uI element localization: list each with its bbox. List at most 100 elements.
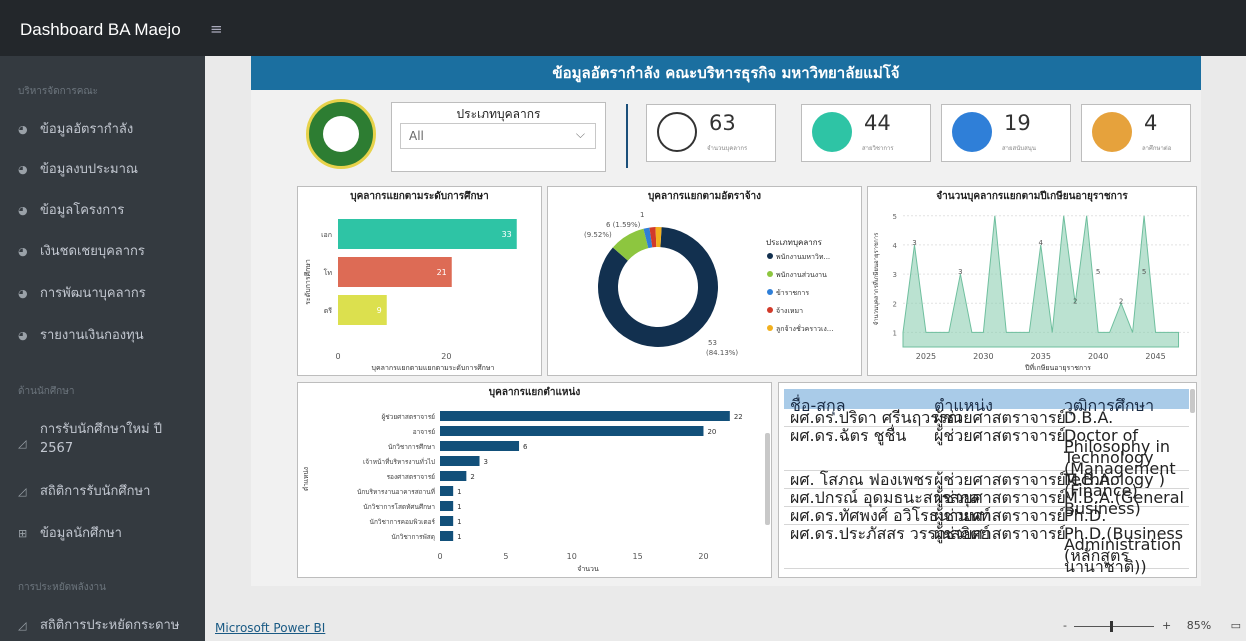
person-icon	[952, 112, 992, 152]
education-chart: บุคลากรแยกตามระดับการศึกษา เอก 33 โท 21 ตรี 9…	[297, 186, 542, 376]
menu-toggle-icon[interactable]: ≡	[210, 20, 223, 38]
table-scrollbar[interactable]	[1190, 389, 1195, 413]
zoom-control[interactable]: - + 85% ▭	[1063, 619, 1241, 632]
kpi-value: 44	[864, 111, 891, 135]
chart-scrollbar[interactable]	[765, 433, 770, 525]
legend-marker	[767, 289, 773, 295]
tick-label: 0	[335, 352, 340, 361]
data-label: 3	[484, 458, 488, 466]
tick-label: 3	[893, 271, 897, 279]
table-row[interactable]: ผศ.ดร.ปริดา ศรีนฤวรรณ ผู้ช่วยศาสตราจารย์…	[784, 409, 1189, 427]
faculty-logo	[306, 99, 376, 169]
app-title[interactable]: Dashboard BA Maejo	[20, 20, 181, 40]
legend-label: พนักงานส่วนงาน	[776, 271, 827, 279]
data-label: (84.13%)	[706, 349, 738, 357]
chart-pie-icon: ◕	[18, 204, 28, 217]
category-label: รองศาสตราจารย์	[387, 473, 436, 481]
tick-label: 20	[441, 352, 451, 361]
tick-label: 15	[633, 552, 643, 561]
tick-label: 0	[437, 552, 442, 561]
y-axis-label: จำนวนบุคลากรที่เกษียนอายุราชการ	[872, 232, 880, 326]
tick-label: 2035	[1031, 352, 1051, 361]
staff-table: ชื่อ-สกุล ตำแหน่ง วุฒิการศึกษา ผศ.ดร.ปริ…	[778, 382, 1197, 578]
data-label: 1	[457, 488, 461, 496]
zoom-slider[interactable]	[1074, 620, 1155, 632]
data-label: 9	[377, 306, 382, 315]
data-label: 53	[708, 339, 717, 347]
data-label: 2	[1119, 297, 1123, 305]
data-label: 2	[470, 473, 474, 481]
bar	[440, 456, 480, 466]
sidebar-item-staff[interactable]: ◕ ข้อมูลอัตรากำลัง	[18, 120, 198, 139]
sidebar-item-fund[interactable]: ◕ รายงานเงินกองทุน	[18, 326, 198, 345]
zoom-in-button[interactable]: +	[1162, 619, 1171, 632]
legend-marker	[767, 253, 773, 259]
table-row[interactable]: ผศ. โสภณ ฟองเพชร ผู้ช่วยศาสตราจารย์ M.B.…	[784, 470, 1189, 499]
zoom-out-button[interactable]: -	[1063, 619, 1067, 632]
sidebar-section-admin: บริหารจัดการคณะ	[18, 86, 99, 97]
cell-position: ผู้ช่วยศาสตราจารย์	[934, 470, 1066, 489]
main-content: ข้อมูลอัตรากำลัง คณะบริหารธุรกิจ มหาวิทย…	[205, 56, 1246, 641]
person-icon	[657, 112, 697, 152]
kpi-label: จำนวนบุคลากร	[707, 145, 748, 152]
powerbi-report: ข้อมูลอัตรากำลัง คณะบริหารธุรกิจ มหาวิทย…	[251, 56, 1201, 586]
employment-donut-svg: 53 (84.13%) (9.52%) 6 (1.59%) 1 ประเภทบุคลากร…	[584, 211, 833, 357]
zoom-level: 85%	[1186, 619, 1212, 632]
bar	[440, 531, 454, 541]
sidebar-item-student-data[interactable]: ⊞ ข้อมูลนักศึกษา	[18, 524, 198, 543]
sidebar-item-projects[interactable]: ◕ ข้อมูลโครงการ	[18, 201, 198, 220]
data-label: 4	[1039, 239, 1044, 247]
bar	[338, 257, 452, 287]
sidebar-item-compensation[interactable]: ◕ เงินชดเชยบุคลากร	[18, 242, 198, 261]
bar	[440, 426, 704, 436]
retirement-chart: จำนวนบุคลากรแยกตามปีเกษียนอายุราชการ 123…	[867, 186, 1197, 376]
slicer-dropdown[interactable]: All ⌵	[400, 123, 596, 149]
sidebar-item-budget[interactable]: ◕ ข้อมูลงบประมาณ	[18, 160, 198, 179]
data-label: 6 (1.59%)	[606, 221, 641, 229]
sidebar-item-paper-stats[interactable]: ◿ สถิติการประหยัดกระดาษ	[18, 616, 198, 635]
y-axis-label: ระดับการศึกษา	[303, 259, 312, 305]
tick-label: 2	[893, 300, 897, 308]
data-label: 1	[457, 533, 461, 541]
sidebar-item-admission-stats[interactable]: ◿ สถิติการรับนักศึกษา	[18, 482, 198, 501]
legend-marker	[767, 307, 773, 313]
tick-label: 4	[893, 242, 898, 250]
graduate-icon	[1092, 112, 1132, 152]
sidebar-item-development[interactable]: ◕ การพัฒนาบุคลากร	[18, 284, 198, 303]
legend-marker	[767, 325, 773, 331]
table-icon: ⊞	[18, 527, 28, 540]
data-label: 20	[707, 428, 716, 436]
chevron-down-icon: ⌵	[575, 127, 585, 141]
category-label: นักวิชาการโสตทัศนศึกษา	[363, 503, 435, 511]
cell-position: ผู้ช่วยศาสตราจารย์	[934, 506, 1066, 525]
sidebar-item-admission[interactable]: ◿ การรับนักศึกษาใหม่ ปี 2567	[18, 420, 198, 458]
category-label: โท	[324, 268, 333, 277]
sidebar-section-energy: การประหยัดพลังงาน	[18, 582, 107, 593]
table-row[interactable]: ผศ.ดร.ทัศพงศ์ อวิโรธนานนท์ ผู้ช่วยศาสตรา…	[784, 507, 1189, 525]
legend-label: ลูกจ้างชั่วคราวเง...	[776, 324, 833, 333]
legend-title: ประเภทบุคลากร	[766, 238, 823, 247]
data-label: 3	[958, 268, 962, 276]
cell-degree: Ph.D.	[1064, 506, 1107, 525]
table-row[interactable]: ผศ.ดร.ฉัตร ชูชื่น ผู้ช่วยศาสตราจารย์ Doc…	[784, 426, 1189, 488]
data-label: 5	[1096, 268, 1100, 276]
powerbi-link[interactable]: Microsoft Power BI	[215, 621, 325, 635]
bar	[440, 471, 467, 481]
table-row[interactable]: ผศ.ปกรณ์ อุดมธนะสารสกุล ผู้ช่วยศาสตราจาร…	[784, 489, 1189, 517]
bar	[440, 486, 454, 496]
table-row[interactable]: ผศ.ดร.ประภัสสร วรรณสถิตย์ ผู้ช่วยศาสตราจ…	[784, 525, 1189, 575]
data-label: 6	[523, 443, 528, 451]
fit-to-page-icon[interactable]: ▭	[1231, 619, 1241, 632]
divider	[626, 104, 628, 168]
category-label: นักวิชาการพัสดุ	[391, 533, 435, 541]
personnel-type-slicer[interactable]: ประเภทบุคลากร All ⌵	[391, 102, 606, 172]
category-label: อาจารย์	[413, 428, 436, 436]
kpi-value: 4	[1144, 111, 1158, 135]
category-label: ตรี	[324, 307, 333, 315]
position-bar-svg: ผู้ช่วยศาสตราจารย์ 22อาจารย์ 20นักวิชาการศ…	[302, 411, 743, 573]
retirement-area-svg: 1 2 3 4 5 3 3 4 2 5 2 5 2025 2030 2035 2040 2045 ปีที่เกษ…	[872, 213, 1190, 372]
cell-position: ผู้ช่วยศาสตราจารย์	[934, 426, 1066, 445]
chart-area-icon: ◿	[18, 437, 27, 450]
zoom-thumb[interactable]	[1110, 620, 1114, 632]
area-series	[902, 215, 1180, 348]
